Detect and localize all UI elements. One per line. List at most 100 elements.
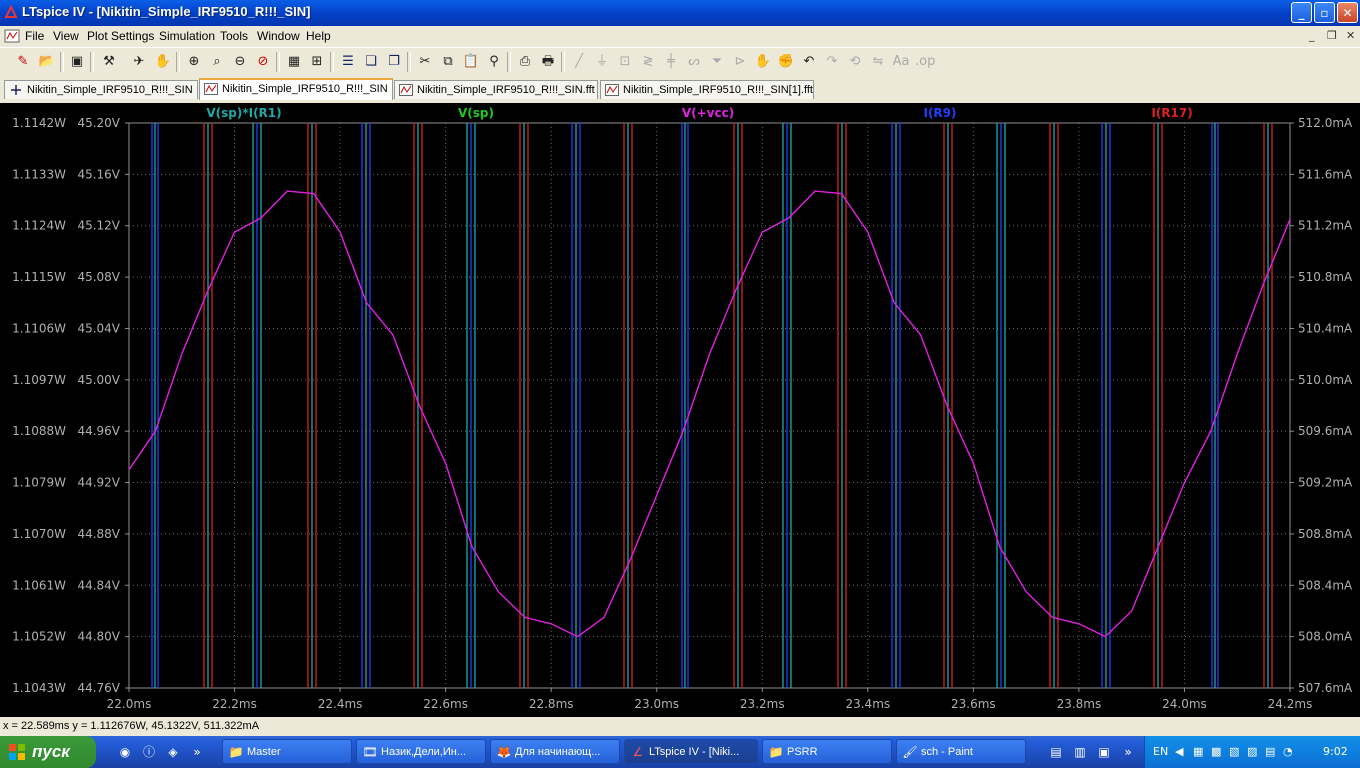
halt-icon[interactable]: ✋: [154, 53, 172, 71]
x-tick-label: 23.2ms: [740, 697, 785, 711]
text-icon[interactable]: Aa: [892, 53, 910, 71]
quicklaunch-info-icon[interactable]: ⓘ: [141, 744, 157, 760]
quicklaunch-expand-icon[interactable]: »: [189, 744, 205, 760]
zoom-area-icon[interactable]: ⌕: [208, 53, 226, 71]
mirror-icon[interactable]: ⇋: [869, 53, 887, 71]
toolbar-separator: [90, 52, 94, 72]
ground-icon[interactable]: ⏚: [593, 53, 611, 71]
film-icon: 🎞: [362, 745, 378, 759]
taskbar-button-ltspice[interactable]: ∠ LTspice IV - [Niki...: [624, 739, 758, 764]
autorange-icon[interactable]: ▦: [285, 53, 303, 71]
capacitor-icon[interactable]: ╪: [662, 53, 680, 71]
cut-icon[interactable]: ✂: [416, 53, 434, 71]
maximize-button[interactable]: ▫: [1314, 2, 1335, 23]
close-button[interactable]: ✕: [1337, 2, 1358, 23]
document-icon[interactable]: [4, 28, 20, 44]
language-indicator[interactable]: EN: [1153, 745, 1168, 758]
resistor-icon[interactable]: ≷: [639, 53, 657, 71]
minimize-button[interactable]: _: [1291, 2, 1312, 23]
system-tray: EN ◀ ▦ ▩ ▧ ▨ ▤ ◔ 9:02: [1144, 736, 1360, 768]
tab-fft-1[interactable]: Nikitin_Simple_IRF9510_R!!!_SIN[1].fft: [600, 80, 814, 99]
y-right-tick-label: 509.2mA: [1298, 476, 1353, 490]
pick-visible-traces-icon[interactable]: ⊞: [308, 53, 326, 71]
mdi-restore-button[interactable]: ❐: [1327, 29, 1337, 42]
toolbar-separator: [330, 52, 334, 72]
taskbar-button-firefox[interactable]: 🦊 Для начинающ...: [490, 739, 620, 764]
tray-device-icon[interactable]: ▥: [1072, 744, 1088, 760]
inductor-icon[interactable]: ᔕ: [685, 53, 703, 71]
taskbar-button-paint[interactable]: 🖌 sch - Paint: [896, 739, 1026, 764]
tray-app-icon[interactable]: ▩: [1211, 745, 1221, 758]
control-panel-icon[interactable]: ⚒: [100, 53, 118, 71]
quicklaunch-app-icon[interactable]: ◈: [165, 744, 181, 760]
tab-schematic[interactable]: Nikitin_Simple_IRF9510_R!!!_SIN: [4, 80, 198, 99]
y-left1-tick-label: 1.1043W: [12, 681, 66, 695]
menu-window[interactable]: Window: [257, 29, 300, 43]
tray-arrow-icon[interactable]: ◀: [1175, 745, 1183, 758]
print-preview-icon[interactable]: ⎙: [516, 53, 534, 71]
tile-horizontal-icon[interactable]: ☰: [339, 53, 357, 71]
y-left1-tick-label: 1.1061W: [12, 578, 66, 592]
menu-file[interactable]: File: [25, 29, 44, 43]
menu-tools[interactable]: Tools: [220, 29, 248, 43]
taskbar-button-psrr[interactable]: 📁 PSRR: [762, 739, 892, 764]
find-icon[interactable]: ⚲: [485, 53, 503, 71]
tray-app-icon[interactable]: ▨: [1247, 745, 1257, 758]
y-right-tick-label: 510.0mA: [1298, 373, 1353, 387]
tray-expand-icon[interactable]: »: [1120, 744, 1136, 760]
taskbar-button-master[interactable]: 📁 Master: [222, 739, 352, 764]
redo-icon[interactable]: ↷: [823, 53, 841, 71]
component-icon[interactable]: ⊳: [731, 53, 749, 71]
undo-icon[interactable]: ↶: [800, 53, 818, 71]
spice-directive-icon[interactable]: .op: [915, 53, 935, 71]
toolbar-separator: [561, 52, 565, 72]
cascade-icon[interactable]: ❏: [362, 53, 380, 71]
tab-fft[interactable]: Nikitin_Simple_IRF9510_R!!!_SIN.fft: [394, 80, 598, 99]
diode-icon[interactable]: ⏷: [708, 53, 726, 71]
x-tick-label: 24.0ms: [1162, 697, 1207, 711]
zoom-in-icon[interactable]: ⊕: [185, 53, 203, 71]
menu-help[interactable]: Help: [306, 29, 331, 43]
close-all-icon[interactable]: ❐: [385, 53, 403, 71]
tray-app-icon[interactable]: ▦: [1193, 745, 1203, 758]
tray-printer-icon[interactable]: ▤: [1048, 744, 1064, 760]
y-left2-tick-label: 44.92V: [77, 476, 120, 490]
save-icon[interactable]: ▣: [68, 53, 86, 71]
tray-network-icon[interactable]: ▣: [1096, 744, 1112, 760]
y-right-tick-label: 511.6mA: [1298, 167, 1353, 181]
paste-icon[interactable]: 📋: [462, 53, 480, 71]
quicklaunch-browser-icon[interactable]: ◉: [117, 744, 133, 760]
menu-simulation[interactable]: Simulation: [159, 29, 215, 43]
copy-icon[interactable]: ⧉: [439, 53, 457, 71]
mdi-minimize-button[interactable]: _: [1309, 29, 1315, 42]
firefox-icon: 🦊: [496, 745, 512, 759]
x-tick-label: 22.0ms: [107, 697, 152, 711]
open-icon[interactable]: 📂: [38, 53, 56, 71]
print-icon[interactable]: 🖶: [539, 53, 557, 71]
waveform-plot[interactable]: 22.0ms 22.2ms 22.4ms 22.6ms 22.8ms 23.0ms 23.2…: [0, 103, 1360, 717]
start-button[interactable]: пуск: [0, 736, 96, 768]
tray-app-icon[interactable]: ◔: [1283, 745, 1293, 758]
zoom-out-icon[interactable]: ⊖: [231, 53, 249, 71]
move-icon[interactable]: ✋: [754, 53, 772, 71]
tray-app-icon[interactable]: ▧: [1229, 745, 1239, 758]
menu-plot-settings[interactable]: Plot Settings: [87, 29, 154, 43]
mdi-close-button[interactable]: ✕: [1346, 29, 1355, 42]
rotate-icon[interactable]: ⟲: [846, 53, 864, 71]
wire-icon[interactable]: ╱: [570, 53, 588, 71]
folder-icon: 📁: [768, 745, 784, 759]
tab-label: Nikitin_Simple_IRF9510_R!!!_SIN: [27, 84, 193, 96]
tab-waveform[interactable]: Nikitin_Simple_IRF9510_R!!!_SIN: [199, 78, 393, 100]
label-icon[interactable]: ⊡: [616, 53, 634, 71]
y-left1-tick-label: 1.1142W: [12, 116, 66, 130]
new-schematic-icon[interactable]: ✎: [14, 53, 32, 71]
y-left2-tick-label: 45.12V: [77, 219, 120, 233]
y-left1-tick-label: 1.1070W: [12, 527, 66, 541]
drag-icon[interactable]: ✊: [777, 53, 795, 71]
plot-canvas[interactable]: 22.0ms 22.2ms 22.4ms 22.6ms 22.8ms 23.0ms 23.2…: [0, 103, 1360, 717]
menu-view[interactable]: View: [53, 29, 79, 43]
tray-app-icon[interactable]: ▤: [1265, 745, 1275, 758]
zoom-cancel-icon[interactable]: ⊘: [254, 53, 272, 71]
taskbar-button-video[interactable]: 🎞 Назик,Дели,Ин...: [356, 739, 486, 764]
run-icon[interactable]: ✈: [130, 53, 148, 71]
